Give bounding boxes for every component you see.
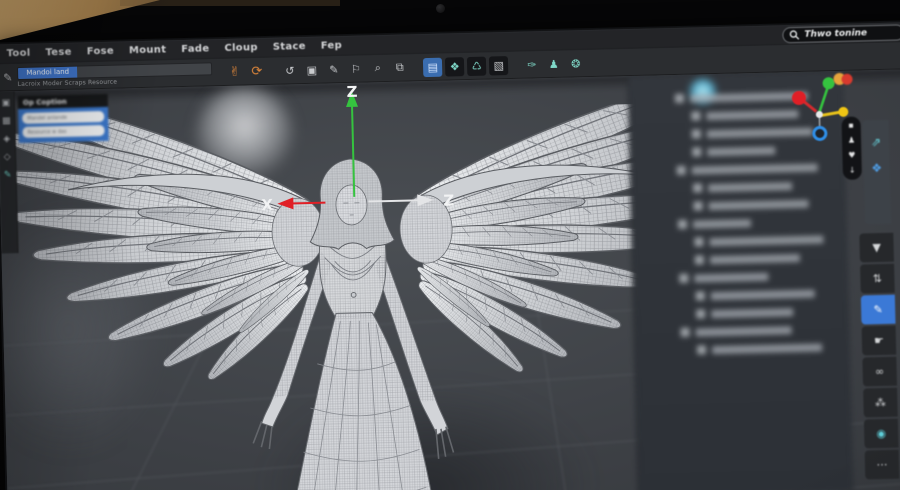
- record-badge[interactable]: [833, 70, 859, 87]
- viewport-3d[interactable]: Z X Z ▪ ♟ ♥ ↓ ⇗ ❖ ▼ ⇅ ✎ ☛ ∞ ⁂ ◉ ⋯ ▣ ▦ ◈ …: [0, 68, 900, 490]
- gizmo-label-x: X: [261, 196, 273, 214]
- nodes-icon[interactable]: ❖: [871, 161, 882, 175]
- desk-background-strip: [120, 0, 340, 6]
- axis-z-ball[interactable]: [838, 106, 849, 117]
- target-tool[interactable]: ◉: [863, 418, 899, 449]
- menu-item-7[interactable]: Fep: [321, 40, 343, 52]
- app-window: Tool Tese Fose Mount Fade Cloup Stace Fe…: [0, 21, 900, 490]
- duplicate-tool[interactable]: ⧉: [390, 58, 409, 77]
- frame-tool[interactable]: ▣: [302, 60, 321, 79]
- brush-tool[interactable]: ✑: [522, 55, 541, 74]
- desk-background: [0, 0, 160, 40]
- right-tool-strip: ▼ ⇅ ✎ ☛ ∞ ⁂ ◉ ⋯: [859, 232, 900, 490]
- popup-selected-block[interactable]: Mandel anlande Resource w das: [18, 106, 109, 144]
- pen-icon[interactable]: ✎: [4, 170, 12, 180]
- properties-popup: Op Coption Mandel anlande Resource w das: [17, 93, 109, 144]
- frame-icon[interactable]: ▣: [1, 98, 10, 108]
- menu-item-2[interactable]: Fose: [87, 46, 114, 58]
- search-text: Thwo tonine: [804, 27, 868, 40]
- grid-icon[interactable]: ▦: [2, 116, 11, 126]
- list-item[interactable]: [692, 144, 831, 157]
- gizmo-label-z-right: Z: [443, 191, 454, 209]
- hand-tool[interactable]: ✌: [225, 62, 244, 81]
- list-item[interactable]: [696, 306, 835, 319]
- annotate-pen-icon[interactable]: ✎: [3, 71, 13, 84]
- search-icon: [789, 29, 800, 40]
- search-area: Thwo tonine ✕: [782, 23, 900, 43]
- square-icon[interactable]: ▪: [848, 121, 854, 130]
- draw-tool[interactable]: ✎: [860, 294, 896, 325]
- axis-neg-ball[interactable]: [812, 125, 828, 141]
- list-item[interactable]: [676, 162, 832, 175]
- menu-item-1[interactable]: Tese: [45, 47, 71, 59]
- share-icon[interactable]: ⇗: [871, 135, 881, 149]
- edge-mini-panel: ⇗ ❖: [862, 119, 892, 225]
- menu-item-0[interactable]: Tool: [7, 48, 31, 60]
- monitor-photo: Tool Tese Fose Mount Fade Cloup Stace Fe…: [0, 0, 900, 490]
- list-item[interactable]: [696, 342, 836, 355]
- menu-item-5[interactable]: Cloup: [224, 42, 258, 54]
- popup-field-2[interactable]: Resource w das: [22, 124, 105, 138]
- gem-filled-icon[interactable]: ◈: [3, 134, 10, 144]
- undo-tool[interactable]: ↺: [280, 61, 299, 80]
- list-item[interactable]: [694, 252, 834, 265]
- more-tool[interactable]: ⋯: [864, 449, 900, 480]
- list-item[interactable]: [679, 270, 834, 283]
- gizmo-label-z-up: Z: [346, 83, 357, 101]
- download-icon[interactable]: ↓: [849, 166, 856, 175]
- cube-tool[interactable]: ❂: [566, 54, 585, 73]
- object-name-selection: Mandoi land: [18, 66, 78, 79]
- folder-tool[interactable]: ▤: [423, 57, 443, 77]
- filter-tool[interactable]: ▼: [859, 232, 894, 263]
- heart-icon[interactable]: ♥: [848, 151, 855, 160]
- popup-field-1[interactable]: Mandel anlande: [22, 110, 105, 124]
- hand-pointer-tool[interactable]: ☛: [861, 325, 897, 356]
- list-item[interactable]: [693, 198, 832, 211]
- menu-item-4[interactable]: Fade: [181, 43, 209, 55]
- transform-gizmo[interactable]: Z X Z: [252, 79, 505, 225]
- delete-tool[interactable]: ♺: [467, 56, 487, 76]
- user-icon[interactable]: ♟: [848, 136, 855, 145]
- list-item[interactable]: [680, 324, 836, 337]
- quick-actions-pill: ▪ ♟ ♥ ↓: [841, 116, 862, 180]
- list-item[interactable]: [695, 288, 835, 301]
- swap-tool[interactable]: ⇅: [860, 263, 895, 294]
- search-input[interactable]: Thwo tonine: [782, 23, 900, 43]
- gem-icon[interactable]: ◇: [4, 152, 11, 162]
- object-field-cluster: Mandoi land Lacroix Moder Scraps Resourc…: [17, 61, 213, 88]
- axis-center-ball: [815, 110, 823, 118]
- rotate-tool[interactable]: ⟳: [247, 61, 266, 80]
- image-tool[interactable]: ▧: [489, 55, 509, 76]
- viewport-tool[interactable]: ❖: [445, 56, 465, 77]
- figure-tool[interactable]: ♟: [544, 54, 563, 73]
- zoom-tool[interactable]: ⌕: [368, 59, 387, 78]
- list-item[interactable]: [693, 180, 832, 193]
- link-tool[interactable]: ∞: [862, 356, 898, 387]
- spray-tool[interactable]: ⁂: [863, 387, 898, 418]
- tag-tool[interactable]: ⚐: [346, 59, 365, 78]
- menu-item-3[interactable]: Mount: [129, 44, 167, 56]
- list-item[interactable]: [677, 216, 833, 229]
- menu-item-6[interactable]: Stace: [273, 41, 306, 53]
- webcam-dot: [436, 4, 445, 13]
- pen-tool[interactable]: ✎: [324, 60, 343, 79]
- list-item[interactable]: [694, 234, 833, 247]
